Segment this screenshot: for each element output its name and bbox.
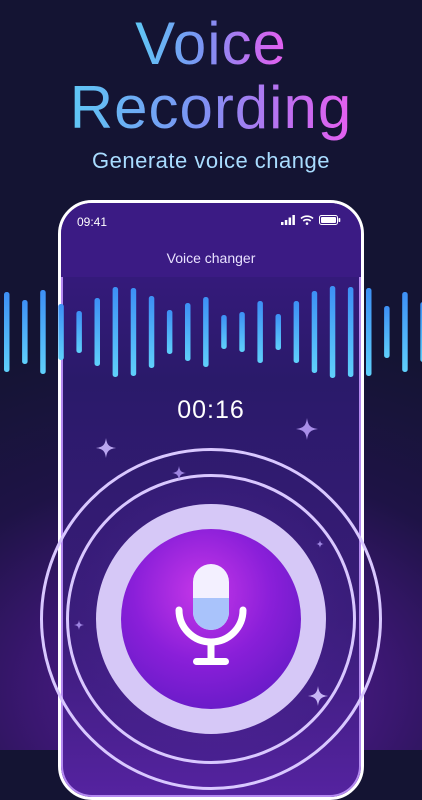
- waveform-bar: [293, 301, 300, 363]
- waveform-bar: [185, 303, 191, 361]
- waveform-bar: [148, 296, 155, 368]
- headline-voice: Voice: [135, 10, 287, 77]
- battery-icon: [319, 215, 341, 225]
- waveform-bar: [94, 298, 100, 366]
- waveform-bar: [166, 310, 173, 354]
- screen-title: Voice changer: [166, 250, 256, 266]
- headline-recording: Recording: [69, 74, 353, 141]
- waveform-bar: [329, 286, 336, 378]
- waveform-bar: [366, 288, 372, 376]
- microphone-icon: [175, 564, 247, 665]
- waveform-bar: [130, 288, 137, 376]
- sparkle-icon: [316, 540, 324, 548]
- phone-header: 09:41 Voice changer: [61, 203, 361, 277]
- sparkle-icon: [172, 466, 186, 480]
- recording-timer: 00:16: [177, 396, 245, 424]
- headline-subtitle: Generate voice change: [92, 148, 330, 173]
- audio-waveform: [4, 286, 422, 378]
- waveform-bar: [112, 287, 119, 377]
- waveform-bar: [347, 287, 354, 377]
- waveform-bar: [384, 306, 390, 358]
- waveform-bar: [203, 297, 209, 367]
- waveform-bar: [257, 301, 263, 363]
- waveform-bar: [311, 291, 318, 373]
- sparkle-icon: [308, 686, 328, 706]
- status-icons: [281, 215, 341, 225]
- status-time: 09:41: [77, 215, 108, 229]
- waveform-bar: [402, 292, 408, 372]
- waveform-bar: [4, 292, 10, 372]
- waveform-bar: [275, 314, 281, 350]
- waveform-bar: [22, 300, 28, 364]
- sparkle-icon: [296, 418, 318, 440]
- sparkle-icon: [74, 620, 84, 630]
- sparkle-icon: [96, 438, 116, 458]
- waveform-bar: [40, 290, 46, 374]
- signal-icon: [281, 215, 295, 225]
- waveform-bar: [239, 312, 245, 352]
- waveform-bar: [76, 311, 82, 353]
- waveform-bar: [221, 315, 227, 349]
- wifi-icon: [300, 215, 314, 225]
- waveform-bar: [58, 304, 64, 360]
